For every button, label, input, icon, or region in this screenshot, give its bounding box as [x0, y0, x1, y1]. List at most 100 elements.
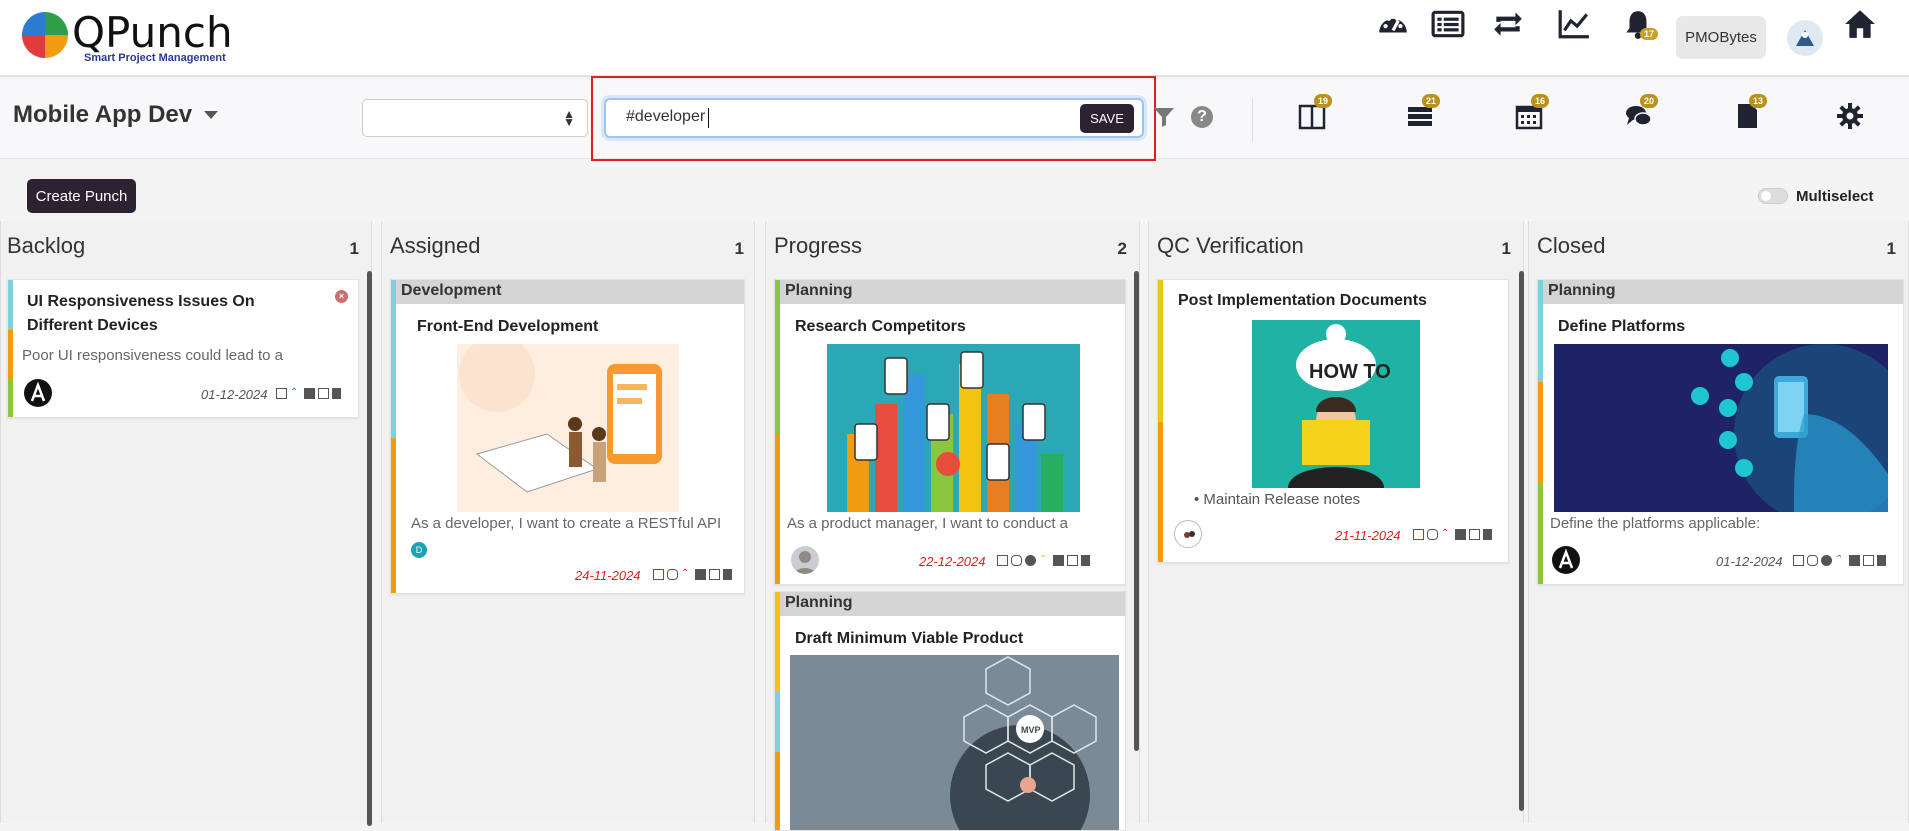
copy-icon[interactable]	[318, 388, 329, 399]
calendar-icon[interactable]: 16	[1515, 94, 1550, 134]
document-count-badge: 13	[1749, 94, 1768, 108]
assignee-avatar[interactable]	[1174, 520, 1202, 548]
delete-icon[interactable]	[723, 569, 732, 580]
punch-card[interactable]: Post Implementation Documents HOW TO • M…	[1157, 279, 1509, 563]
column-title: QC Verification	[1157, 233, 1304, 258]
copy-icon[interactable]	[709, 569, 720, 580]
copy-icon[interactable]	[1469, 529, 1480, 540]
archive-icon[interactable]	[1053, 555, 1064, 566]
stacked-list-icon[interactable]: 21	[1406, 94, 1441, 134]
archive-icon[interactable]	[1849, 555, 1860, 566]
calendar-check-icon[interactable]	[1413, 529, 1424, 540]
link-icon[interactable]	[1427, 529, 1438, 540]
column-count: 1	[734, 239, 744, 258]
link-icon[interactable]	[667, 569, 678, 580]
punch-card[interactable]: Planning Draft Minimum Viable Product MV…	[774, 591, 1126, 831]
document-icon[interactable]: 13	[1733, 94, 1768, 134]
card-color-bar	[1158, 422, 1163, 562]
punch-card[interactable]: Development Front-End Development As a d…	[390, 279, 745, 594]
help-icon[interactable]: ?	[1191, 106, 1213, 128]
card-title-line2: Different Devices	[27, 317, 158, 334]
calendar-check-icon[interactable]	[1793, 555, 1804, 566]
archive-icon[interactable]	[304, 388, 315, 399]
cancel-circle-icon[interactable]	[1821, 555, 1832, 566]
delete-icon[interactable]	[1081, 555, 1090, 566]
column-backlog: Backlog 1 × UI Responsiveness Issues On …	[0, 221, 372, 826]
priority-up-icon[interactable]: ⌃	[1835, 555, 1846, 566]
punch-card[interactable]: Planning Define Platforms Define the pla…	[1537, 279, 1904, 585]
priority-up-icon[interactable]: ⌃	[290, 388, 301, 399]
home-icon[interactable]	[1840, 4, 1880, 44]
card-image	[827, 344, 1080, 512]
punch-card[interactable]: Planning Research Competitors As a produ…	[774, 279, 1126, 585]
assignee-avatar[interactable]	[791, 546, 819, 574]
user-menu-button[interactable]: PMOBytes	[1676, 16, 1766, 59]
create-punch-button[interactable]: Create Punch	[27, 179, 136, 213]
archive-icon[interactable]	[1455, 529, 1466, 540]
list-count-badge: 21	[1422, 94, 1441, 108]
card-actions: ⌃	[653, 569, 732, 580]
column-title: Closed	[1537, 233, 1606, 258]
checklist-item: • Maintain Release notes	[1194, 491, 1361, 508]
card-category: Planning	[780, 592, 1125, 616]
close-icon[interactable]: ×	[335, 290, 348, 303]
qpunch-logo[interactable]: QPunch Smart Project Management	[20, 8, 260, 66]
card-image: MVP	[790, 655, 1119, 830]
assignee-avatar[interactable]	[1552, 546, 1580, 574]
card-title: Define Platforms	[1558, 318, 1686, 335]
calendar-check-icon[interactable]	[653, 569, 664, 580]
column-title: Backlog	[7, 233, 86, 258]
multiselect-toggle[interactable]	[1758, 188, 1788, 204]
priority-medium-icon[interactable]: ⌃	[1039, 555, 1050, 566]
mvp-image-label: MVP	[1021, 725, 1041, 735]
calendar-count-badge: 16	[1531, 94, 1550, 108]
card-image	[457, 344, 679, 512]
link-icon[interactable]	[1011, 555, 1022, 566]
calendar-check-icon[interactable]	[997, 555, 1008, 566]
column-scrollbar[interactable]	[367, 271, 372, 826]
chat-icon[interactable]: 20	[1624, 94, 1659, 134]
copy-icon[interactable]	[1067, 555, 1078, 566]
card-description: As a developer, I want to create a RESTf…	[411, 515, 722, 532]
card-color-bar	[1538, 484, 1543, 584]
user-avatar[interactable]	[1787, 20, 1823, 56]
settings-gear-icon[interactable]	[1836, 102, 1868, 134]
priority-high-icon[interactable]: ⌃	[681, 569, 692, 580]
project-dropdown-caret-icon[interactable]	[204, 111, 218, 119]
punch-card[interactable]: × UI Responsiveness Issues On Different …	[7, 279, 359, 418]
delete-icon[interactable]	[1483, 529, 1492, 540]
card-description: Poor UI responsiveness could lead to a	[22, 347, 283, 364]
multiselect-label: Multiselect	[1796, 188, 1874, 205]
due-date: 01-12-2024	[1716, 554, 1783, 569]
calendar-check-icon[interactable]	[276, 388, 287, 399]
delete-icon[interactable]	[1877, 555, 1886, 566]
board-view-icon[interactable]: 19	[1298, 94, 1333, 134]
copy-icon[interactable]	[1863, 555, 1874, 566]
link-icon[interactable]	[1807, 555, 1818, 566]
search-input[interactable]	[626, 108, 1026, 126]
filter-select[interactable]: ▲ ▼	[362, 99, 588, 137]
column-title: Progress	[774, 233, 863, 258]
list-view-icon[interactable]	[1428, 4, 1468, 44]
assignee-avatar[interactable]	[24, 379, 52, 407]
priority-high-icon[interactable]: ⌃	[1441, 529, 1452, 540]
column-scrollbar[interactable]	[1519, 271, 1524, 811]
card-color-bar	[8, 280, 13, 330]
column-scrollbar[interactable]	[1134, 271, 1139, 751]
card-category: Planning	[1543, 280, 1903, 304]
card-color-bar	[391, 438, 396, 593]
archive-icon[interactable]	[695, 569, 706, 580]
sync-icon[interactable]	[1488, 4, 1528, 44]
delete-icon[interactable]	[332, 388, 341, 399]
filter-icon[interactable]	[1153, 106, 1175, 128]
save-search-button[interactable]: SAVE	[1080, 104, 1134, 133]
notification-bell-icon[interactable]: 17	[1618, 4, 1659, 44]
analytics-chart-icon[interactable]	[1554, 4, 1594, 44]
card-image: HOW TO	[1252, 320, 1420, 488]
assignee-avatar[interactable]: D	[411, 542, 427, 558]
brand-tagline: Smart Project Management	[84, 52, 226, 64]
info-icon[interactable]	[1025, 555, 1036, 566]
dashboard-icon[interactable]	[1373, 4, 1413, 44]
card-color-bar	[8, 380, 13, 417]
card-color-bar	[775, 752, 780, 830]
